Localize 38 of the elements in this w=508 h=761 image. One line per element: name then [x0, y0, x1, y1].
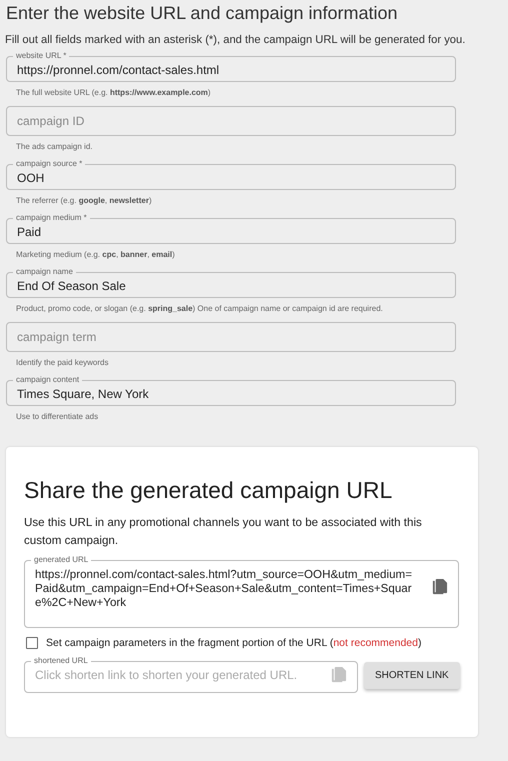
field-label: generated URL	[33, 556, 90, 564]
field-label: campaign medium *	[15, 214, 88, 222]
description-text: Use this URL in any promotional channels you want to be associated with this custom campaign.	[24, 515, 423, 549]
text-field[interactable]: campaign medium * Paid	[6, 214, 456, 244]
helper-text: The ads campaign id.	[15, 141, 94, 153]
field-value: https://pronnel.com/contact-sales.html	[17, 62, 220, 79]
field-label: shortened URL	[33, 657, 89, 665]
field-placeholder: Click shorten link to shorten your generated URL.	[35, 667, 298, 684]
checkbox-label: Set campaign parameters in the fragment portion of the URL (not recommended)	[46, 637, 422, 649]
helper-text: Product, promo code, or slogan (e.g. spring_sale) One of campaign name or campaign id are required.	[15, 303, 384, 315]
helper-text: Use to differentiate ads	[15, 411, 100, 423]
text-field[interactable]: campaign source * OOH	[6, 160, 456, 190]
copy-icon[interactable]	[431, 578, 448, 596]
field-label: website URL *	[15, 52, 68, 60]
generated-url-field[interactable]: generated URL https://pronnel.com/contact-sales.html?utm_source=OOH&utm_medium=Paid&utm_campaign=End+Of+Season+Sale&utm_content=Times+Square%2C+New+York	[24, 556, 459, 628]
text-field[interactable]: campaign content Times Square, New York	[6, 376, 456, 406]
field-value: OOH	[17, 170, 46, 187]
shorten-link-button[interactable]: SHORTEN LINK	[364, 662, 460, 689]
field-label: campaign name	[15, 268, 74, 276]
field-placeholder: campaign term	[17, 329, 98, 346]
page-heading: Enter the website URL and campaign information	[6, 3, 399, 24]
card-heading: Share the generated campaign URL	[24, 477, 394, 504]
field-label: campaign source *	[15, 160, 84, 168]
helper-text: Marketing medium (e.g. cpc, banner, email)	[15, 249, 176, 261]
field-label: campaign content	[15, 376, 80, 384]
field-placeholder: campaign ID	[17, 113, 86, 130]
checkbox[interactable]	[26, 637, 38, 649]
helper-text: The referrer (e.g. google, newsletter)	[15, 195, 153, 207]
text-field[interactable]: campaign name End Of Season Sale	[6, 268, 456, 298]
helper-text: The full website URL (e.g. https://www.example.com)	[15, 87, 212, 99]
text-field[interactable]: website URL * https://pronnel.com/contact-sales.html	[6, 52, 456, 82]
field-value: End Of Season Sale	[17, 278, 127, 295]
intro-text: Fill out all fields marked with an asterisk (*), and the campaign URL will be generated for you.	[5, 34, 466, 46]
field-value: Paid	[17, 224, 42, 241]
helper-text: Identify the paid keywords	[15, 357, 110, 369]
generated-url-text: https://pronnel.com/contact-sales.html?utm_source=OOH&utm_medium=Paid&utm_campaign=End+Of+Season+Sale&utm_content=Times+Square%2C+New+York	[35, 567, 413, 610]
shortened-url-field[interactable]: shortened URL Click shorten link to shorten your generated URL.	[24, 657, 358, 693]
field-value: Times Square, New York	[17, 386, 150, 403]
